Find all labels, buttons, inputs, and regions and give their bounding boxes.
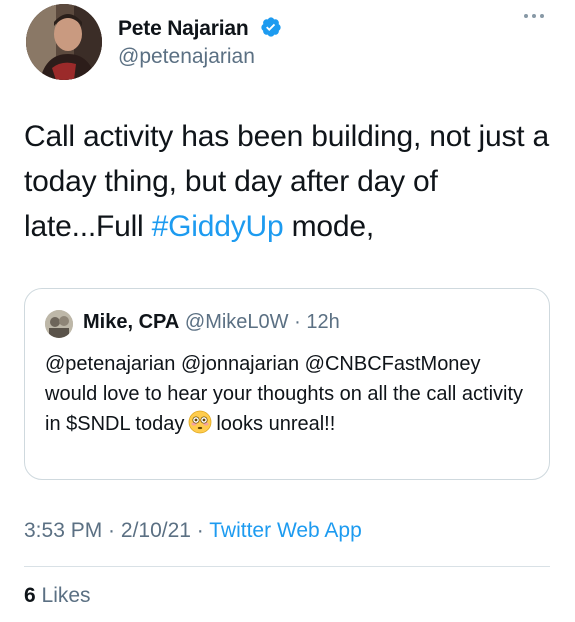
tweet-source-app[interactable]: Twitter Web App <box>209 519 362 542</box>
quoted-tweet-text: @petenajarian @jonnajarian @CNBCFastMone… <box>45 349 535 443</box>
quoted-tweet-header: Mike, CPA @MikeL0W · 12h <box>83 311 340 334</box>
tweet-text-after: mode, <box>283 210 375 243</box>
quoted-separator: · <box>294 311 301 333</box>
tweet-meta: 3:53 PM · 2/10/21 · Twitter Web App <box>24 519 362 543</box>
quoted-time[interactable]: 12h <box>306 311 339 333</box>
author-name-text[interactable]: Pete Najarian <box>118 17 249 40</box>
divider <box>24 566 550 567</box>
tweet-time[interactable]: 3:53 PM <box>24 519 102 542</box>
tweet-date[interactable]: 2/10/21 <box>121 519 191 542</box>
more-dot <box>524 14 528 18</box>
likes-stat[interactable]: 6 Likes <box>24 584 91 608</box>
quoted-author-handle[interactable]: @MikeL0W <box>185 311 289 333</box>
flushed-face-emoji-icon <box>188 410 212 443</box>
quoted-tweet[interactable]: Mike, CPA @MikeL0W · 12h @petenajarian @… <box>24 288 550 480</box>
tweet-text: Call activity has been building, not jus… <box>24 114 559 249</box>
meta-separator: · <box>102 519 121 542</box>
author-handle[interactable]: @petenajarian <box>118 45 255 69</box>
hashtag-link[interactable]: #GiddyUp <box>152 210 284 243</box>
author-name[interactable]: Pete Najarian <box>118 16 282 44</box>
quoted-author-avatar[interactable] <box>45 310 73 338</box>
likes-count: 6 <box>24 584 36 607</box>
quoted-author-name[interactable]: Mike, CPA <box>83 311 179 333</box>
more-dot <box>540 14 544 18</box>
verified-badge-icon <box>260 16 282 44</box>
more-options-icon[interactable] <box>524 14 544 18</box>
quoted-text-after: looks unreal!! <box>216 413 336 435</box>
more-dot <box>532 14 536 18</box>
likes-label: Likes <box>35 584 91 607</box>
author-avatar[interactable] <box>26 4 102 80</box>
meta-separator: · <box>190 519 210 542</box>
